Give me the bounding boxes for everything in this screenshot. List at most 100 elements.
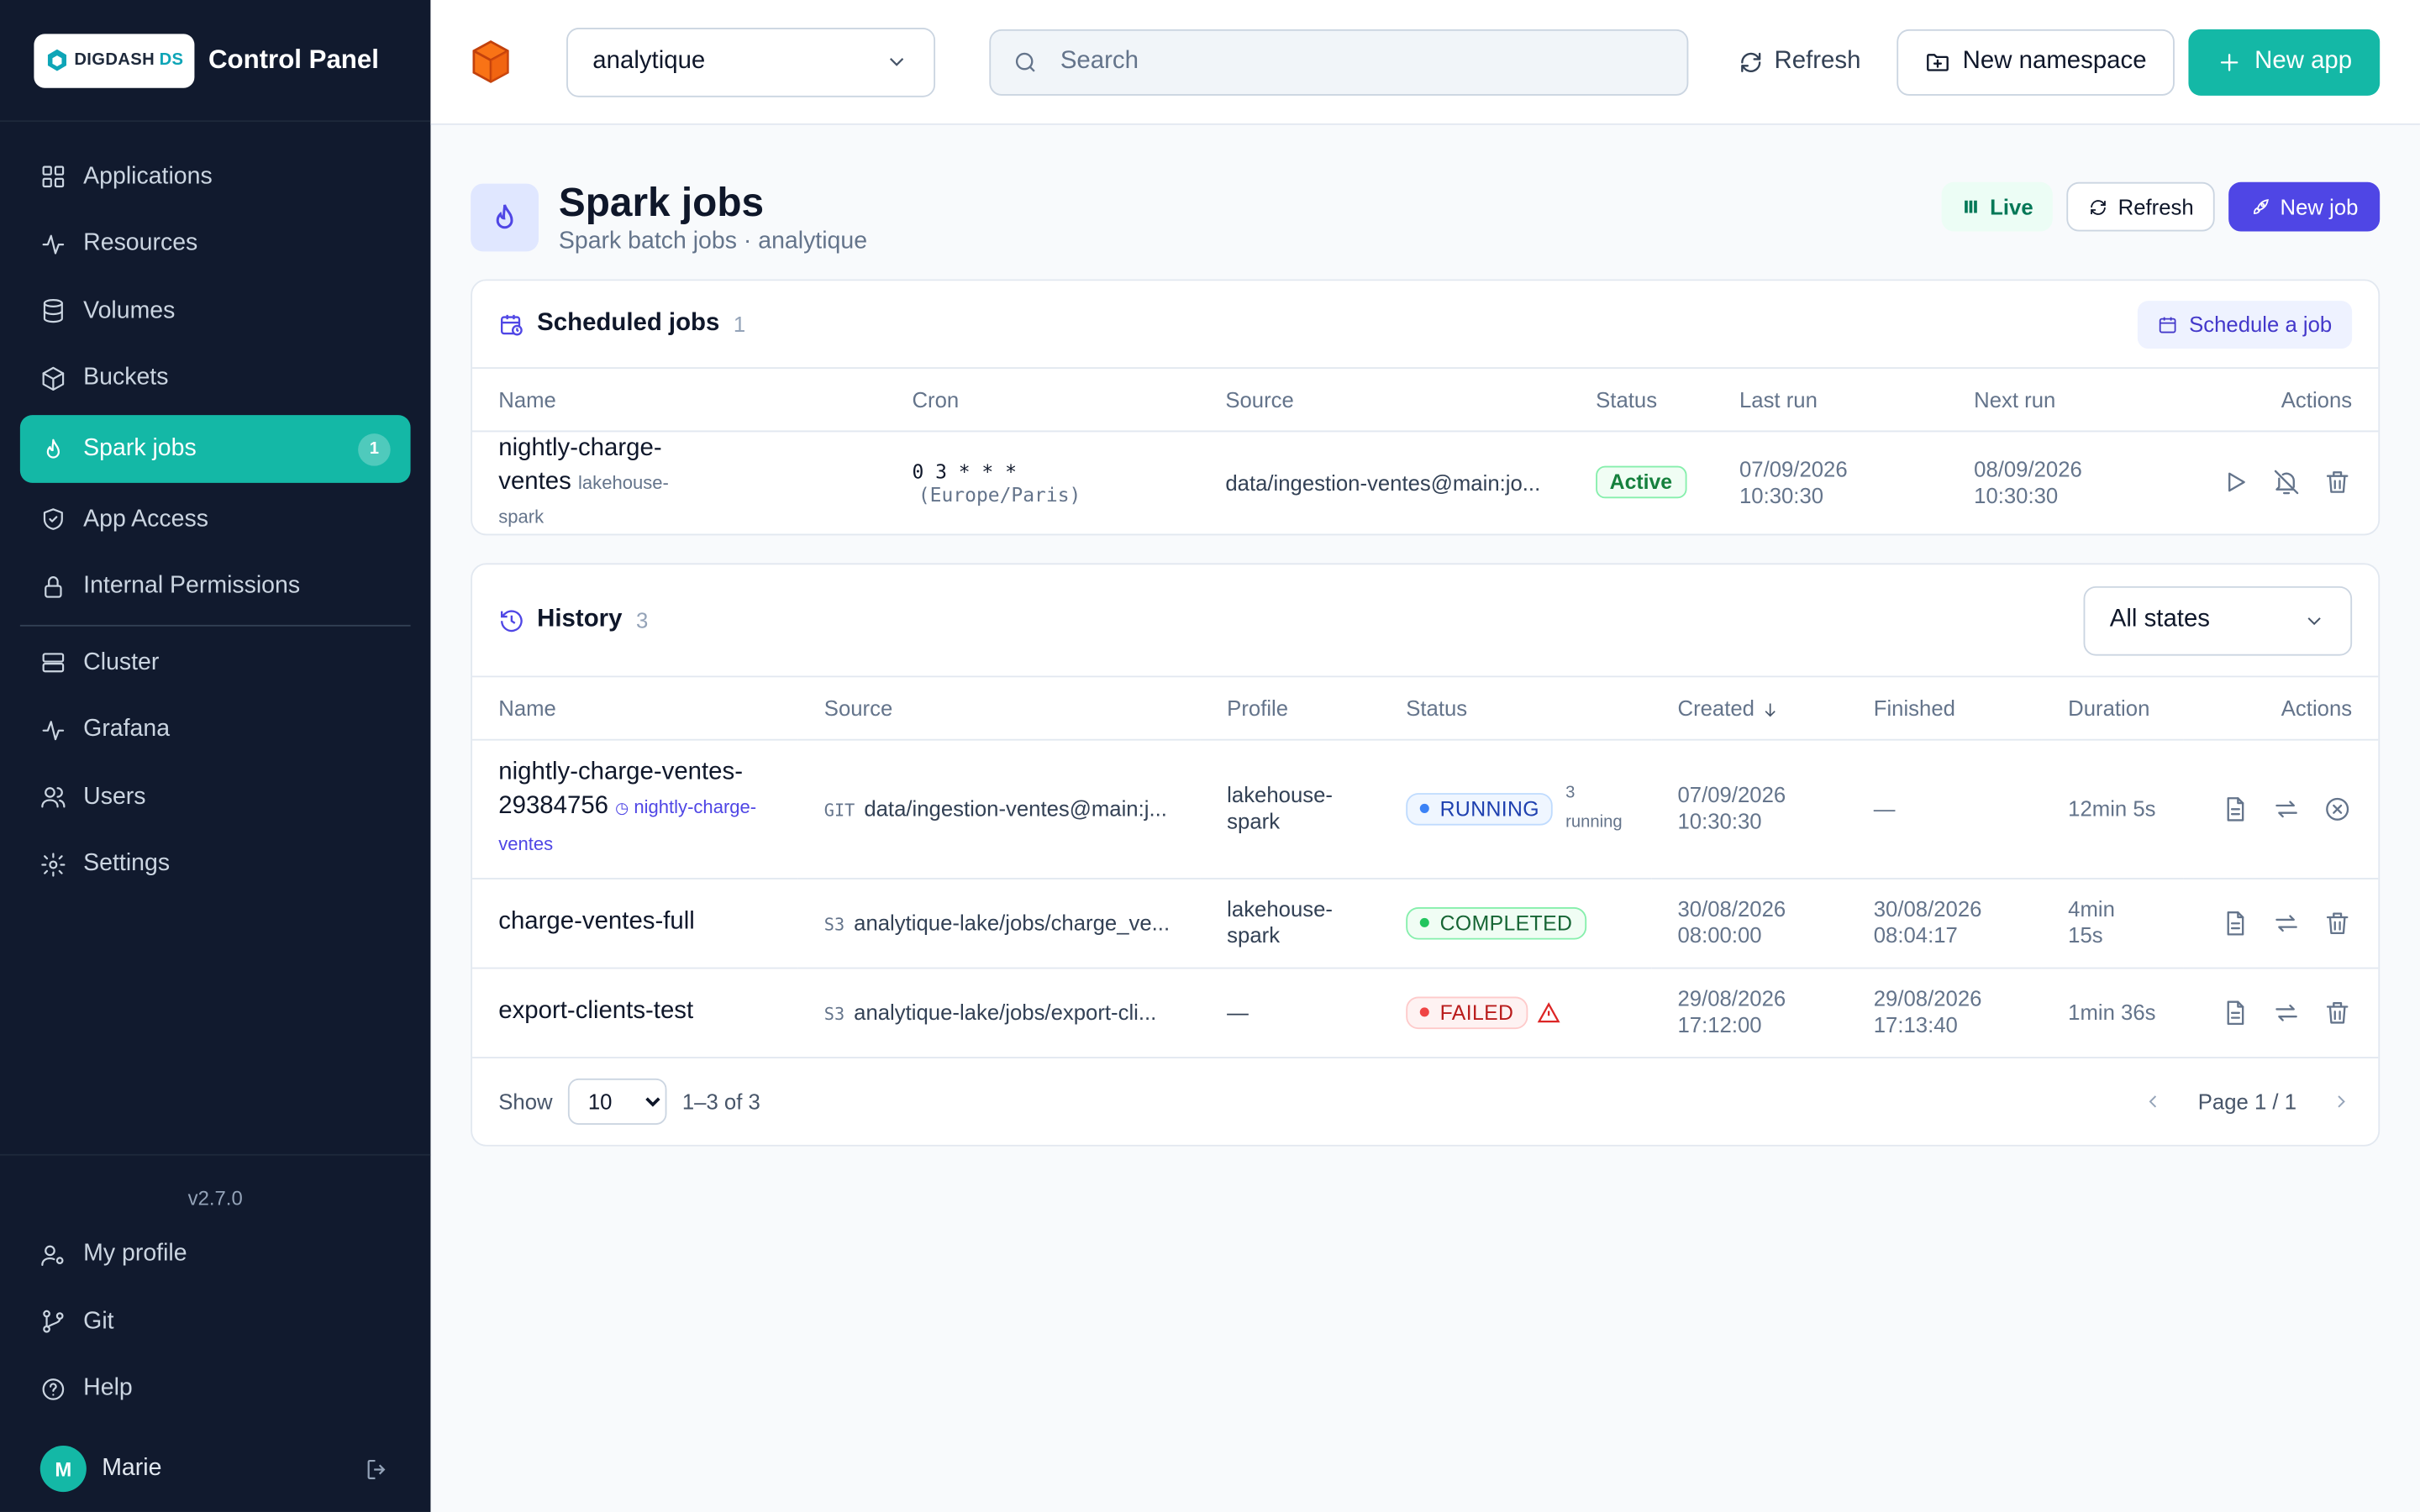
rerun-icon[interactable]	[2272, 794, 2302, 823]
pause-schedule-icon[interactable]	[2272, 468, 2302, 497]
next-run-time: 10:30:30	[1974, 482, 2059, 507]
flame-icon	[471, 183, 539, 252]
new-app-button[interactable]: New app	[2188, 28, 2381, 95]
server-icon	[40, 650, 66, 676]
chevron-left-icon[interactable]	[2143, 1091, 2165, 1113]
job-source: data/ingestion-ventes@main:jo...	[1225, 470, 1541, 496]
source-type-tag: S3	[823, 915, 845, 936]
digdash-logo[interactable]: DIGDASH DS	[34, 33, 195, 87]
row-actions	[2190, 468, 2352, 497]
sidebar-item-spark-jobs[interactable]: Spark jobs 1	[19, 415, 411, 483]
namespace-select[interactable]: analytique	[566, 27, 936, 97]
page-size-select[interactable]: 10	[567, 1078, 667, 1125]
sidebar-item-label: Resources	[83, 230, 198, 257]
clock-icon: ◷	[615, 801, 629, 818]
column-header-created[interactable]: Created	[1651, 677, 1848, 740]
sidebar-item-grafana[interactable]: Grafana	[20, 696, 411, 764]
avatar[interactable]: M	[39, 1445, 87, 1493]
column-header: Status	[1569, 368, 1713, 432]
schedule-job-label: Schedule a job	[2189, 312, 2333, 337]
running-count: 3 running	[1565, 780, 1622, 838]
sidebar: DIGDASH DS Control Panel Applications Res…	[0, 0, 431, 1512]
log-file-icon[interactable]	[2221, 998, 2250, 1027]
sidebar-item-label: Spark jobs	[83, 434, 197, 462]
status-badge: Active	[1596, 466, 1686, 499]
logout-icon[interactable]	[364, 1456, 390, 1482]
sidebar-nav: Applications Resources Volumes Buckets S…	[0, 122, 430, 898]
trash-icon[interactable]	[2323, 998, 2352, 1027]
row-actions	[2210, 998, 2352, 1027]
history-table: Name Source Profile Status Created Finis…	[472, 677, 2379, 1057]
sidebar-item-git[interactable]: Git	[20, 1289, 411, 1356]
sidebar-item-applications[interactable]: Applications	[20, 144, 411, 211]
live-toggle[interactable]: Live	[1942, 181, 2054, 232]
section-count: 3	[635, 607, 649, 633]
sidebar-item-resources[interactable]: Resources	[20, 211, 411, 278]
new-job-button[interactable]: New job	[2228, 181, 2381, 232]
new-namespace-button[interactable]: New namespace	[1896, 28, 2175, 95]
topbar: analytique Refresh New namespace New	[430, 0, 2420, 125]
sidebar-item-my-profile[interactable]: My profile	[20, 1221, 411, 1289]
warning-triangle-icon[interactable]	[1537, 1001, 1560, 1025]
status-badge: RUNNING	[1406, 792, 1554, 825]
trash-icon[interactable]	[2323, 468, 2352, 497]
page-indicator: Page 1 / 1	[2197, 1089, 2297, 1115]
schedule-job-button[interactable]: Schedule a job	[2138, 300, 2353, 349]
running-count-value: 3	[1565, 784, 1576, 803]
refresh-button[interactable]: Refresh	[1716, 29, 1882, 95]
table-header-row: Name Source Profile Status Created Finis…	[472, 677, 2379, 740]
finished-value: —	[1847, 738, 2042, 879]
new-namespace-label: New namespace	[1962, 47, 2147, 75]
page-subtitle: Spark batch jobs · analytique	[558, 228, 868, 255]
last-run-date: 07/09/2026	[1739, 456, 1848, 481]
sidebar-item-cluster[interactable]: Cluster	[20, 629, 411, 696]
sidebar-item-internal-permissions[interactable]: Internal Permissions	[20, 553, 411, 620]
sidebar-item-buckets[interactable]: Buckets	[20, 345, 411, 412]
cron-expression: 0 3 * * *	[912, 459, 1017, 483]
sidebar-item-label: Help	[83, 1374, 133, 1402]
rerun-icon[interactable]	[2272, 998, 2302, 1027]
duration-value: 12min 5s	[2041, 738, 2184, 879]
flame-icon	[40, 436, 66, 462]
job-name[interactable]: charge-ventes-full	[498, 906, 771, 939]
job-profile: lakehouse-spark	[1227, 896, 1333, 948]
play-icon[interactable]	[2221, 468, 2250, 497]
column-header: Status	[1380, 677, 1652, 740]
log-file-icon[interactable]	[2221, 908, 2250, 937]
job-name[interactable]: nightly-charge-ventes- 29384756 ◷ nightly…	[498, 756, 771, 861]
state-filter-value: All states	[2109, 606, 2211, 633]
job-source: analytique-lake/jobs/charge_ve...	[854, 910, 1171, 936]
rerun-icon[interactable]	[2272, 908, 2302, 937]
cancel-circle-icon[interactable]	[2323, 794, 2352, 823]
refresh-label: Refresh	[1774, 47, 1861, 75]
sidebar-item-app-access[interactable]: App Access	[20, 486, 411, 554]
log-file-icon[interactable]	[2221, 794, 2250, 823]
section-title: History	[537, 606, 623, 633]
sidebar-footer: v2.7.0 My profile Git Help M Marie	[0, 1152, 431, 1512]
trash-icon[interactable]	[2323, 908, 2352, 937]
state-filter-select[interactable]: All states	[2083, 585, 2353, 655]
job-name[interactable]: nightly-charge-ventes lakehouse-spark	[498, 432, 699, 533]
next-run-date: 08/09/2026	[1974, 456, 2082, 481]
job-profile: —	[1227, 999, 1249, 1025]
column-header: Cron	[886, 368, 1200, 432]
page-title: Spark jobs	[558, 179, 765, 226]
page-header: Spark jobs Spark batch jobs · analytique…	[471, 175, 2381, 261]
refresh-label: Refresh	[2118, 194, 2194, 219]
search-input[interactable]	[1060, 47, 1665, 76]
job-name[interactable]: export-clients-test	[498, 995, 771, 1029]
refresh-icon	[2089, 197, 2109, 217]
user-name: Marie	[102, 1455, 162, 1482]
sidebar-item-settings[interactable]: Settings	[20, 831, 411, 898]
git-branch-icon	[40, 1309, 66, 1335]
shield-icon	[40, 507, 66, 533]
arrow-down-icon	[1760, 700, 1779, 718]
sidebar-item-users[interactable]: Users	[20, 764, 411, 831]
chevron-right-icon[interactable]	[2330, 1091, 2352, 1113]
main-area: analytique Refresh New namespace New	[430, 0, 2420, 1512]
sidebar-item-volumes[interactable]: Volumes	[20, 278, 411, 345]
sidebar-item-help[interactable]: Help	[20, 1356, 411, 1423]
job-name-line: nightly-charge-ventes-	[498, 759, 743, 785]
source-type-tag: S3	[823, 1005, 845, 1026]
page-refresh-button[interactable]: Refresh	[2067, 181, 2216, 232]
